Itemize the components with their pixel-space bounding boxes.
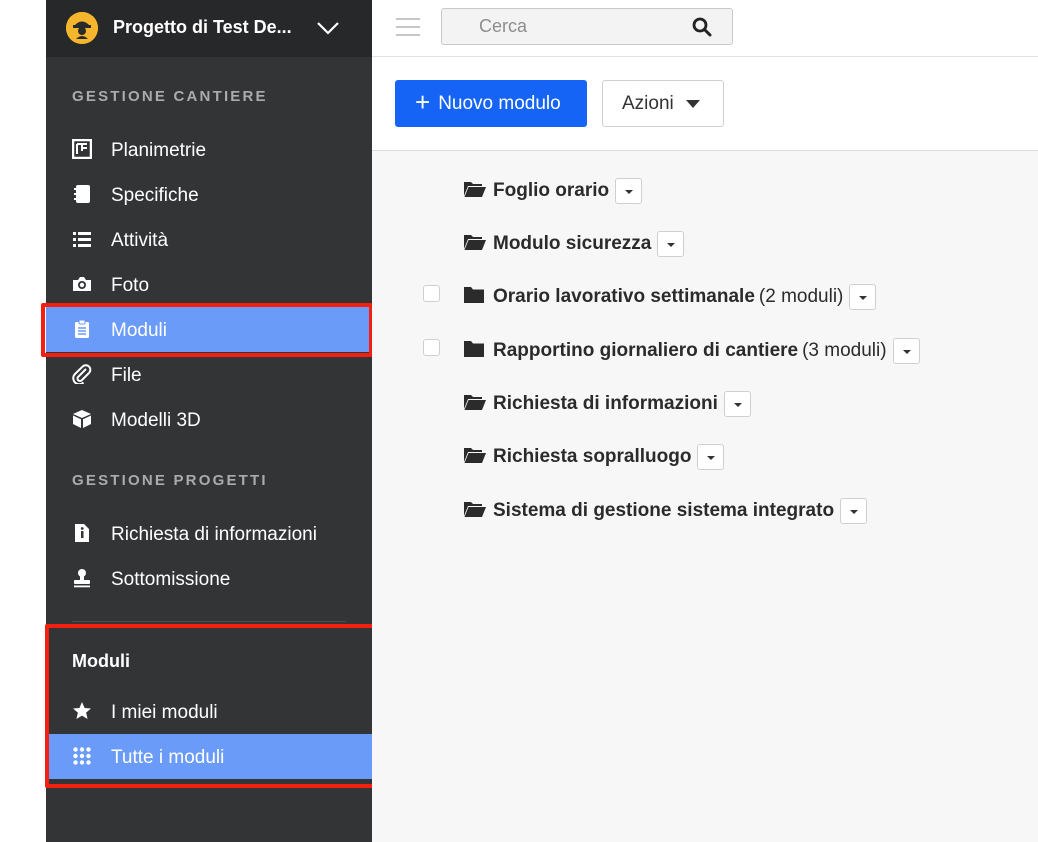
sidebar-item-richiesta-informazioni[interactable]: Richiesta di informazioni bbox=[46, 511, 372, 556]
actions-label: Azioni bbox=[622, 92, 674, 114]
main-content: + Nuovo modulo Azioni Foglio orario Modul… bbox=[372, 58, 1038, 842]
folder-row[interactable]: Foglio orario bbox=[372, 170, 1038, 210]
list-icon bbox=[72, 229, 92, 249]
sidebar-item-modelli-3d[interactable]: Modelli 3D bbox=[46, 397, 372, 442]
folder-label: Modulo sicurezza bbox=[493, 231, 685, 257]
section-title-cantiere: GESTIONE CANTIERE bbox=[72, 88, 268, 105]
sidebar-item-file[interactable]: File bbox=[46, 352, 372, 397]
sidebar-item-label: Richiesta di informazioni bbox=[111, 524, 317, 545]
folder-label: Rapportino giornaliero di cantiere (3 mod… bbox=[493, 338, 920, 364]
topbar bbox=[372, 0, 1038, 57]
folder-label: Sistema di gestione sistema integrato bbox=[493, 498, 868, 524]
folder-name: Orario lavorativo settimanale bbox=[493, 286, 755, 307]
plus-icon: + bbox=[415, 87, 431, 117]
stamp-icon bbox=[72, 568, 92, 588]
folder-options-dropdown[interactable] bbox=[723, 391, 751, 417]
new-module-label: Nuovo modulo bbox=[438, 92, 561, 114]
highlight-moduli bbox=[41, 303, 373, 357]
folder-row[interactable]: Orario lavorativo settimanale (2 moduli) bbox=[372, 276, 1038, 316]
folder-open-icon bbox=[463, 499, 486, 518]
folder-open-icon bbox=[463, 445, 486, 464]
folder-name: Foglio orario bbox=[493, 180, 610, 201]
sidebar-item-foto[interactable]: Foto bbox=[46, 262, 372, 307]
folder-options-dropdown[interactable] bbox=[697, 444, 725, 470]
folder-label: Richiesta di informazioni bbox=[493, 391, 751, 417]
hamburger-menu-icon[interactable] bbox=[396, 18, 420, 36]
sidebar-item-label: Attività bbox=[111, 230, 169, 251]
sidebar-item-label: Foto bbox=[111, 275, 150, 296]
folder-checkbox[interactable] bbox=[423, 285, 440, 302]
new-module-button[interactable]: + Nuovo modulo bbox=[395, 80, 587, 127]
sidebar-item-attivita[interactable]: Attività bbox=[46, 217, 372, 262]
project-logo-icon bbox=[66, 12, 98, 44]
search-input[interactable] bbox=[442, 9, 682, 44]
section-title-progetti: GESTIONE PROGETTI bbox=[72, 472, 268, 489]
folder-name: Rapportino giornaliero di cantiere bbox=[493, 340, 799, 361]
folder-row[interactable]: Richiesta di informazioni bbox=[372, 383, 1038, 423]
folder-row[interactable]: Modulo sicurezza bbox=[372, 223, 1038, 263]
folder-options-dropdown[interactable] bbox=[657, 231, 685, 257]
sidebar-item-label: Specifiche bbox=[111, 185, 199, 206]
folder-open-icon bbox=[463, 392, 486, 411]
chevron-down-icon[interactable] bbox=[316, 18, 340, 38]
folder-icon bbox=[463, 339, 486, 358]
search-icon[interactable] bbox=[692, 17, 712, 37]
camera-icon bbox=[72, 274, 92, 294]
sidebar-item-sottomissione[interactable]: Sottomissione bbox=[46, 556, 372, 601]
folder-name: Richiesta di informazioni bbox=[493, 393, 718, 414]
folder-options-dropdown[interactable] bbox=[615, 178, 643, 204]
folder-label: Orario lavorativo settimanale (2 moduli) bbox=[493, 284, 877, 310]
folder-name: Sistema di gestione sistema integrato bbox=[493, 500, 835, 521]
folder-count: (3 moduli) bbox=[802, 340, 887, 361]
project-selector[interactable]: Progetto di Test De... bbox=[46, 0, 372, 57]
folder-options-dropdown[interactable] bbox=[892, 338, 920, 364]
highlight-submenu bbox=[45, 624, 377, 788]
folder-icon bbox=[463, 285, 486, 304]
folder-row[interactable]: Richiesta sopralluogo bbox=[372, 436, 1038, 476]
folder-row[interactable]: Rapportino giornaliero di cantiere (3 mod… bbox=[372, 330, 1038, 370]
search-box bbox=[441, 8, 733, 45]
sidebar-item-specifiche[interactable]: Specifiche bbox=[46, 172, 372, 217]
folder-count: (2 moduli) bbox=[758, 286, 844, 307]
folder-open-icon bbox=[463, 232, 486, 251]
book-icon bbox=[72, 184, 92, 204]
folder-open-icon bbox=[463, 179, 486, 198]
folder-options-dropdown[interactable] bbox=[849, 284, 877, 310]
folder-checkbox[interactable] bbox=[423, 339, 440, 356]
sidebar-item-label: Sottomissione bbox=[111, 569, 231, 590]
folder-name: Richiesta sopralluogo bbox=[493, 446, 692, 467]
folder-label: Richiesta sopralluogo bbox=[493, 444, 725, 470]
folder-label: Foglio orario bbox=[493, 178, 643, 204]
actions-dropdown-button[interactable]: Azioni bbox=[602, 80, 724, 127]
sidebar-item-label: Planimetrie bbox=[111, 140, 207, 161]
toolbar: + Nuovo modulo Azioni bbox=[372, 58, 1038, 151]
project-name: Progetto di Test De... bbox=[113, 17, 292, 37]
folder-options-dropdown[interactable] bbox=[840, 498, 868, 524]
info-file-icon bbox=[72, 523, 92, 543]
sidebar-item-planimetrie[interactable]: Planimetrie bbox=[46, 127, 372, 172]
paperclip-icon bbox=[72, 364, 92, 384]
floorplan-icon bbox=[72, 139, 92, 159]
cube-icon bbox=[72, 409, 92, 429]
folder-name: Modulo sicurezza bbox=[493, 233, 652, 254]
sidebar-divider bbox=[72, 621, 346, 622]
caret-down-icon bbox=[685, 99, 700, 108]
sidebar-item-label: File bbox=[111, 365, 142, 386]
folder-row[interactable]: Sistema di gestione sistema integrato bbox=[372, 490, 1038, 530]
sidebar-item-label: Modelli 3D bbox=[111, 410, 201, 431]
